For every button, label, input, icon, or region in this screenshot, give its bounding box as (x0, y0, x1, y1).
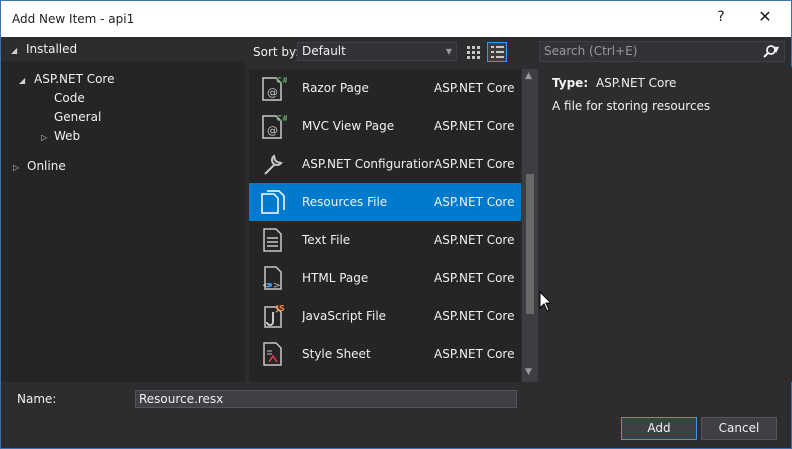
tree-item-label: Code (54, 91, 85, 105)
help-button[interactable]: ? (713, 9, 729, 27)
category-tree-pane: ◢ Installed ◢ ASP.NET Core Code General ▷ W… (1, 37, 245, 382)
mvc-view-page-icon: @ C# (262, 114, 287, 139)
expanded-arrow-icon[interactable]: ◢ (19, 72, 31, 90)
add-button[interactable]: Add (621, 417, 697, 440)
installed-label: Installed (26, 42, 78, 56)
svg-text:@: @ (267, 124, 278, 137)
svg-text:C#: C# (276, 76, 287, 85)
item-category: ASP.NET Core (434, 271, 515, 285)
tree-item-online[interactable]: ▷ Online (13, 157, 66, 175)
html-page-icon: < > (262, 266, 282, 291)
list-item[interactable]: ASP.NET Configuration... ASP.NET Core (249, 145, 521, 183)
item-category: ASP.NET Core (434, 157, 515, 171)
item-name: HTML Page (302, 271, 369, 285)
item-name: Text File (302, 233, 351, 247)
text-file-icon (263, 228, 282, 252)
tree-item-label: ASP.NET Core (34, 72, 115, 86)
dialog-footer: Name: Resource.resx Add Cancel (1, 382, 791, 448)
name-label: Name: (17, 392, 57, 406)
name-field[interactable]: Resource.resx (135, 390, 517, 408)
item-name: Resources File (302, 195, 388, 209)
dialog-title: Add New Item - api1 (12, 12, 135, 26)
svg-text:@: @ (267, 86, 278, 99)
collapsed-arrow-icon[interactable]: ▷ (13, 159, 25, 177)
item-name: Razor Page (302, 81, 369, 95)
tree-item-label: Online (27, 159, 66, 173)
sort-by-value: Default (302, 44, 346, 58)
item-category: ASP.NET Core (434, 119, 515, 133)
item-name: Style Sheet (302, 347, 371, 361)
tree-item-aspnet-core[interactable]: ◢ ASP.NET Core (19, 70, 114, 88)
list-view-icon (491, 46, 504, 58)
mouse-cursor-icon (539, 291, 553, 312)
item-category: ASP.NET Core (434, 233, 515, 247)
template-list[interactable]: @ C# Razor Page ASP.NET Core @ C# MVC Vi… (249, 69, 521, 382)
item-name: MVC View Page (302, 119, 395, 133)
installed-header[interactable]: ◢ Installed (1, 37, 245, 61)
list-item[interactable]: @ C# Razor Page ASP.NET Core (249, 69, 521, 107)
item-name: JavaScript File (302, 309, 387, 323)
list-view-button[interactable] (487, 42, 507, 62)
list-item[interactable]: < > HTML Page ASP.NET Core (249, 259, 521, 297)
tree-item-label: Web (54, 129, 81, 143)
item-name: ASP.NET Configuration... (302, 157, 434, 171)
search-options-chevron-icon[interactable]: ▼ (773, 45, 779, 54)
item-category: ASP.NET Core (434, 309, 515, 323)
type-label: Type: (552, 76, 589, 90)
svg-text:>: > (273, 281, 281, 291)
svg-text:JS: JS (275, 304, 285, 313)
tree-item-label: General (54, 110, 102, 124)
tree-item-web[interactable]: ▷ Web (41, 127, 80, 145)
item-category: ASP.NET Core (434, 347, 515, 361)
item-type: Type: ASP.NET Core (552, 76, 676, 90)
tree-item-code[interactable]: Code (54, 89, 85, 107)
list-scrollbar[interactable]: ▲ ▼ (522, 69, 538, 382)
item-description: A file for storing resources (552, 99, 711, 113)
title-bar: Add New Item - api1 ? ✕ (1, 1, 791, 37)
javascript-file-icon: JS (264, 304, 285, 328)
search-input[interactable]: Search (Ctrl+E) (539, 41, 785, 62)
list-item[interactable]: Text File ASP.NET Core (249, 221, 521, 259)
small-icons-view-button[interactable] (463, 42, 483, 62)
scrollbar-thumb[interactable] (526, 174, 534, 314)
scroll-up-icon[interactable]: ▲ (525, 71, 532, 81)
list-item[interactable]: @ C# MVC View Page ASP.NET Core (249, 107, 521, 145)
grid-view-icon (467, 46, 480, 59)
tree-item-general[interactable]: General (54, 108, 101, 126)
list-toolbar: Sort by: Default ▼ (245, 37, 525, 67)
resources-file-icon (261, 190, 285, 214)
svg-text:C#: C# (276, 114, 287, 123)
list-item[interactable]: JS JavaScript File ASP.NET Core (249, 297, 521, 335)
cancel-button[interactable]: Cancel (701, 417, 777, 440)
chevron-down-icon: ▼ (445, 47, 452, 56)
scroll-down-icon[interactable]: ▼ (525, 367, 532, 377)
sort-by-label: Sort by: (253, 45, 300, 59)
search-placeholder: Search (Ctrl+E) (544, 44, 638, 58)
list-item[interactable]: Style Sheet ASP.NET Core (249, 335, 521, 373)
collapsed-arrow-icon[interactable]: ▷ (41, 129, 53, 147)
details-pane: Type: ASP.NET Core A file for storing re… (539, 67, 792, 382)
style-sheet-icon (263, 342, 282, 366)
list-item[interactable]: Resources File ASP.NET Core (249, 183, 521, 221)
collapse-arrow-icon[interactable]: ◢ (11, 42, 23, 60)
configuration-icon (264, 154, 283, 175)
type-value: ASP.NET Core (595, 76, 677, 90)
close-button[interactable]: ✕ (753, 7, 777, 29)
item-category: ASP.NET Core (434, 81, 515, 95)
item-category: ASP.NET Core (434, 195, 515, 209)
list-item[interactable] (249, 373, 521, 382)
razor-page-icon: @ C# (262, 76, 287, 101)
sort-by-dropdown[interactable]: Default ▼ (297, 42, 457, 61)
add-new-item-dialog: Add New Item - api1 ? ✕ ◢ Installed ◢ ASP.… (0, 0, 792, 449)
